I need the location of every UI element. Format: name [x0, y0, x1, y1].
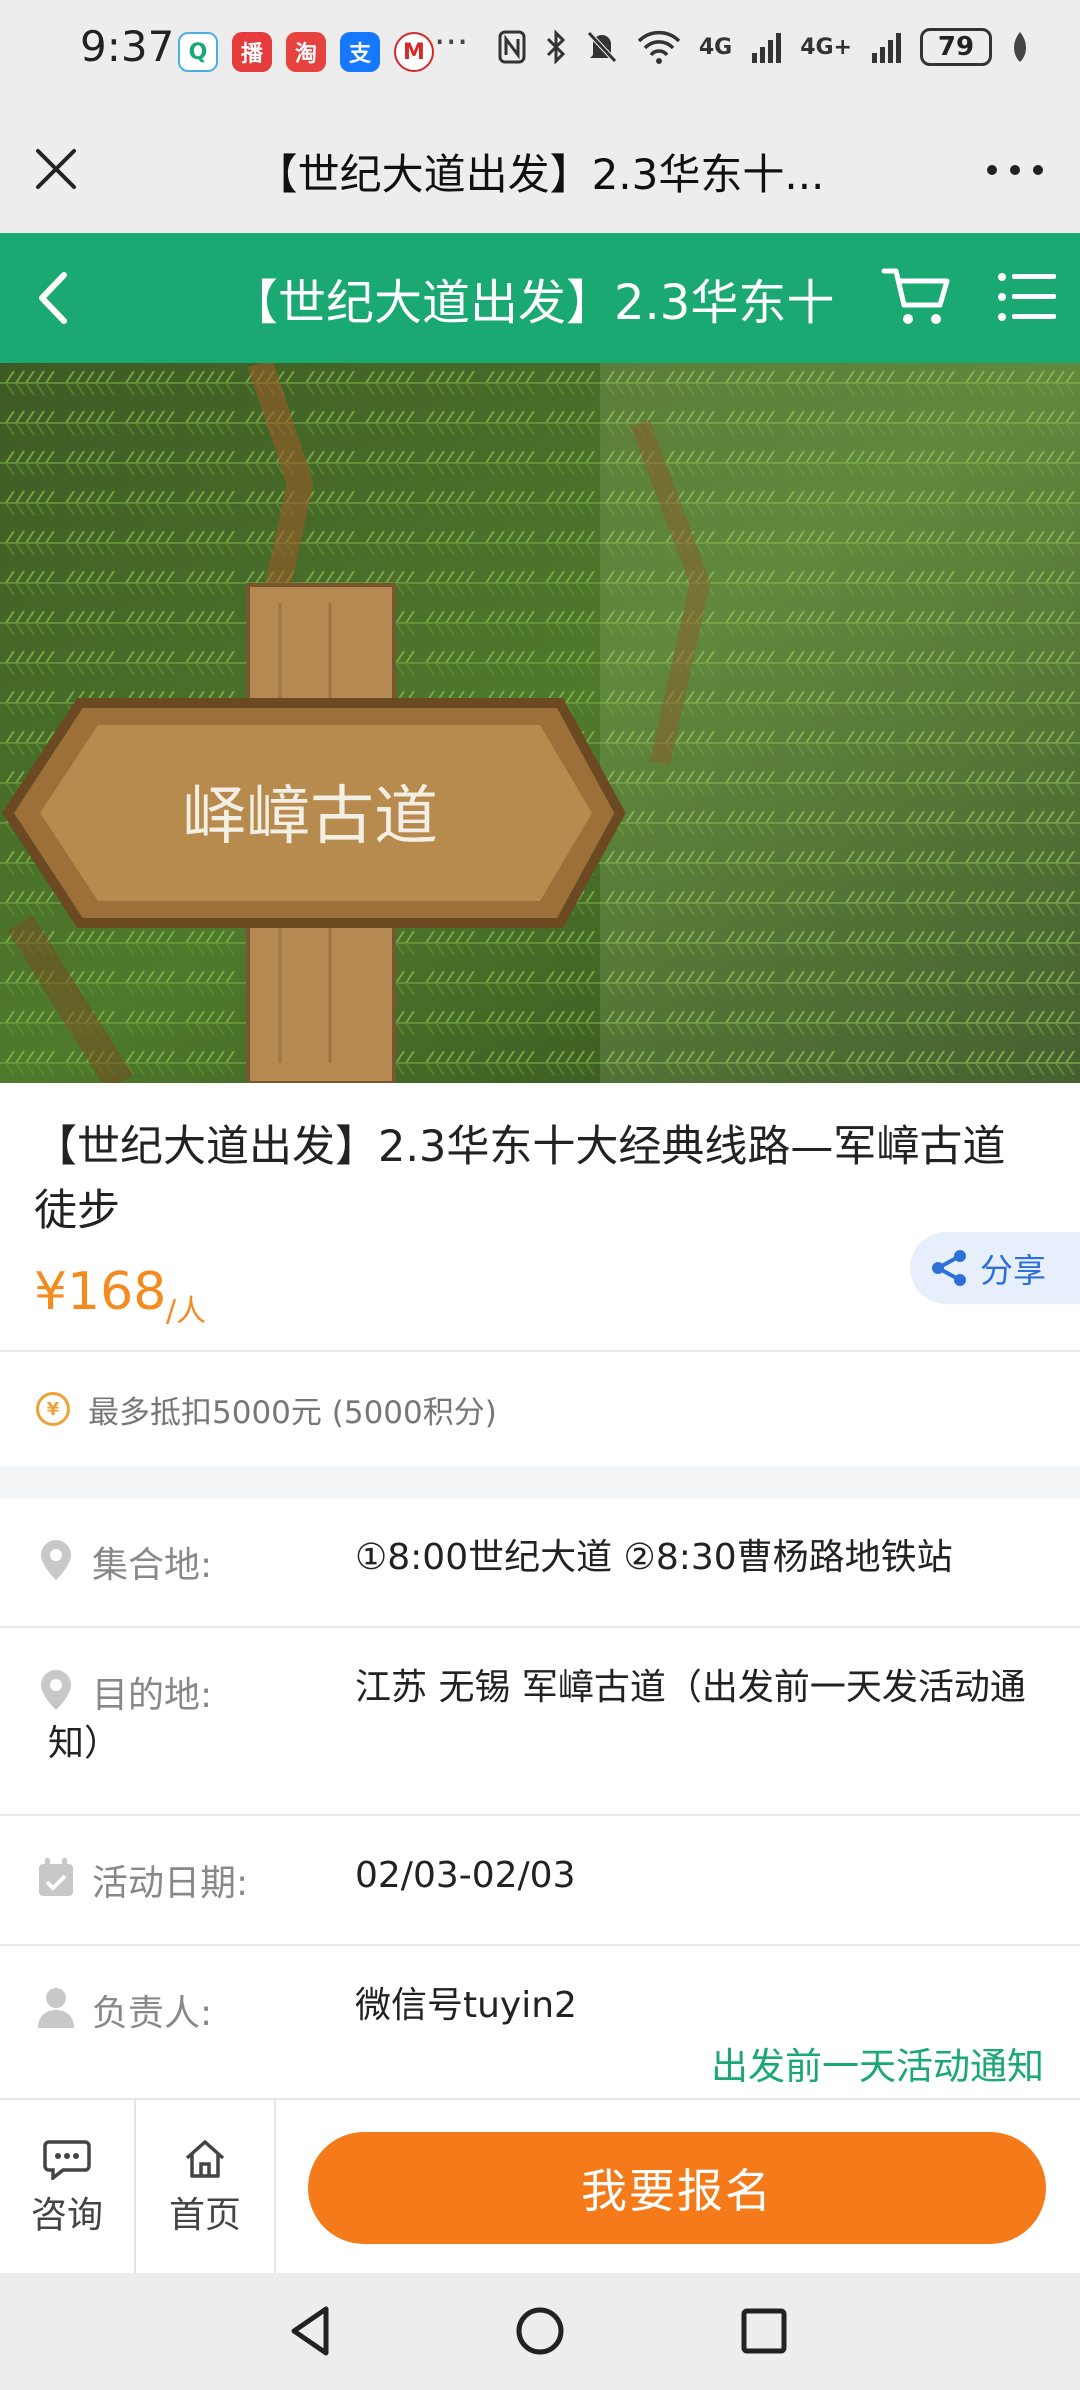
signup-button[interactable]: 我要报名 — [308, 2132, 1046, 2244]
info-row-activity-date: 活动日期: 02/03-02/03 — [0, 1816, 1080, 1944]
signal-label-2: 4G+ — [800, 34, 852, 60]
hero-image: 峄嶂古道 — [0, 363, 1080, 1083]
recent-apps-icon[interactable] — [734, 2301, 794, 2361]
back-arrow-icon[interactable] — [24, 265, 84, 331]
share-button[interactable]: 分享 — [910, 1232, 1080, 1304]
info-row-meeting-point: 集合地: ①8:00世纪大道 ②8:30曹杨路地铁站 — [0, 1498, 1080, 1626]
page-header: 【世纪大道出发】2.3华东十 — [0, 233, 1080, 363]
section-gap — [0, 1466, 1080, 1498]
status-time: 9:37 — [80, 22, 175, 71]
product-title: 【世纪大道出发】2.3华东十大经典线路—军嶂古道徒步 — [34, 1122, 1006, 1236]
separator — [274, 2100, 276, 2275]
mute-icon — [586, 31, 617, 63]
more-notifications-icon: ··· — [434, 22, 469, 63]
menu-icon[interactable] — [996, 267, 1060, 327]
home-button[interactable]: 首页 — [136, 2100, 274, 2275]
webview-bar: 【世纪大道出发】2.3华东十... — [0, 105, 1080, 233]
system-nav-bar — [0, 2273, 1080, 2390]
info-label: 负责人: — [92, 1993, 213, 2034]
trail-sign-photo: 峄嶂古道 — [0, 363, 1080, 1083]
sign-text: 峄嶂古道 — [182, 780, 438, 854]
bottom-action-bar: 咨询 首页 我要报名 — [0, 2098, 1080, 2275]
location-pin-icon — [41, 1540, 71, 1580]
info-value: ①8:00世纪大道 ②8:30曹杨路地铁站 — [355, 1537, 953, 1578]
price: ¥168 — [34, 1262, 167, 1322]
bluetooth-icon — [546, 29, 565, 65]
signal-icon-2 — [872, 33, 901, 63]
nfc-icon — [498, 30, 526, 64]
points-text: 最多抵扣5000元 (5000积分) — [88, 1394, 497, 1431]
info-row-destination: 目的地: 江苏 无锡 军嶂古道（出发前一天发活动通知） — [0, 1628, 1080, 1814]
consult-button[interactable]: 咨询 — [0, 2100, 134, 2275]
price-unit: /人 — [166, 1294, 207, 1329]
info-value: 江苏 无锡 军嶂古道（出发前一天发活动通知） — [48, 1667, 1026, 1764]
info-label: 活动日期: — [92, 1863, 249, 1904]
coin-icon: ¥ — [36, 1392, 70, 1426]
back-triangle-icon[interactable] — [282, 2301, 342, 2361]
chat-app-icon: Q — [178, 32, 218, 72]
close-icon[interactable] — [28, 141, 84, 197]
status-indicators: 4G 4G+ 79 — [497, 28, 1030, 66]
chat-bubble-icon — [43, 2139, 91, 2180]
calendar-icon — [39, 1858, 73, 1896]
news-app-icon: 播 — [232, 32, 272, 72]
info-value: 02/03-02/03 — [355, 1855, 576, 1896]
shop-app-icon: 淘 — [286, 32, 326, 72]
share-icon — [932, 1250, 966, 1286]
points-deduction: ¥ 最多抵扣5000元 (5000积分) — [0, 1352, 1080, 1466]
cart-icon[interactable] — [880, 263, 952, 329]
status-app-icons: Q 播 淘 支 M — [178, 32, 434, 72]
home-icon — [185, 2139, 225, 2178]
departure-notice: 出发前一天活动通知 — [711, 2045, 1044, 2088]
signal-icon — [752, 33, 782, 63]
alipay-icon: 支 — [340, 32, 380, 72]
info-label: 集合地: — [92, 1545, 213, 1586]
page-title: 【世纪大道出发】2.3华东十 — [230, 275, 835, 331]
info-value: 微信号tuyin2 — [355, 1985, 577, 2026]
home-label: 首页 — [168, 2194, 241, 2236]
share-label: 分享 — [980, 1251, 1046, 1290]
metro-app-icon: M — [394, 32, 434, 72]
person-icon — [38, 1988, 74, 2028]
status-bar: 9:37 Q 播 淘 支 M ··· 4G 4G+ 79 — [0, 0, 1080, 105]
home-circle-icon[interactable] — [510, 2301, 570, 2361]
battery-indicator: 79 — [920, 28, 992, 66]
more-options-icon[interactable] — [980, 145, 1050, 195]
webview-title: 【世纪大道出发】2.3华东十... — [255, 150, 825, 199]
consult-label: 咨询 — [30, 2194, 103, 2236]
signal-label-1: 4G — [698, 34, 733, 60]
wifi-icon — [637, 30, 681, 64]
leaf-icon — [1014, 32, 1026, 62]
